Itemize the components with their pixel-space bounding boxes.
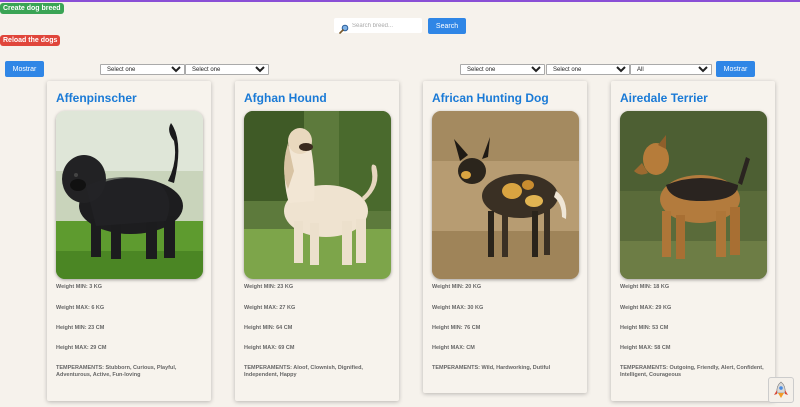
- dog-image: [432, 111, 579, 279]
- weight-max: Weight MAX: 30 KG: [432, 305, 484, 311]
- temperaments: TEMPERAMENTS: Aloof, Clownish, Dignified…: [244, 365, 363, 379]
- mostrar-right-button[interactable]: Mostrar: [716, 61, 755, 77]
- search-button[interactable]: Search: [428, 18, 466, 34]
- height-max: Height MAX: 69 CM: [244, 345, 295, 351]
- dog-name[interactable]: Afghan Hound: [244, 91, 327, 105]
- dog-image: [620, 111, 767, 279]
- rocket-icon[interactable]: [768, 377, 794, 403]
- dog-card-african-hunting-dog[interactable]: African Hunting Dog Weight MIN: 20 KG We…: [423, 81, 587, 393]
- dog-image: [56, 111, 203, 279]
- temperaments: TEMPERAMENTS: Outgoing, Friendly, Alert,…: [620, 365, 764, 379]
- dog-card-affenpinscher[interactable]: Affenpinscher Weight MIN: 3 KG Weight MA…: [47, 81, 211, 401]
- temperaments: TEMPERAMENTS: Stubborn, Curious, Playful…: [56, 365, 177, 379]
- weight-max: Weight MAX: 6 KG: [56, 305, 105, 311]
- height-max: Height MAX: 58 CM: [620, 345, 671, 351]
- temperaments: TEMPERAMENTS: Wild, Hardworking, Dutiful: [432, 365, 551, 371]
- filter-select-1[interactable]: Select one: [100, 64, 185, 75]
- search-box: [334, 18, 422, 34]
- filter-select-4[interactable]: Select one: [546, 64, 630, 75]
- weight-min: Weight MIN: 23 KG: [244, 284, 294, 290]
- filter-select-2[interactable]: Select one: [185, 64, 269, 75]
- height-min: Height MIN: 53 CM: [620, 325, 669, 331]
- weight-min: Weight MIN: 3 KG: [56, 284, 103, 290]
- height-max: Height MAX: CM: [432, 345, 475, 351]
- height-min: Height MIN: 23 CM: [56, 325, 105, 331]
- dog-name[interactable]: Affenpinscher: [56, 91, 137, 105]
- search-icon: [339, 21, 349, 34]
- dog-card-afghan-hound[interactable]: Afghan Hound Weight MIN: 23 KG Weight MA…: [235, 81, 399, 401]
- search-input[interactable]: [352, 22, 422, 29]
- weight-min: Weight MIN: 18 KG: [620, 284, 670, 290]
- reload-dogs-button[interactable]: Reload the dogs: [0, 35, 61, 46]
- height-max: Height MAX: 29 CM: [56, 345, 107, 351]
- create-dog-breed-button[interactable]: Create dog breed: [0, 3, 64, 14]
- dog-name[interactable]: Airedale Terrier: [620, 91, 708, 105]
- height-min: Height MIN: 76 CM: [432, 325, 481, 331]
- filter-select-3[interactable]: Select one: [460, 64, 545, 75]
- weight-max: Weight MAX: 29 KG: [620, 305, 672, 311]
- filter-select-5[interactable]: All: [630, 64, 712, 75]
- mostrar-left-button[interactable]: Mostrar: [5, 61, 44, 77]
- weight-min: Weight MIN: 20 KG: [432, 284, 482, 290]
- dog-card-airedale-terrier[interactable]: Airedale Terrier Weight MIN: 18 KG Weigh…: [611, 81, 775, 401]
- dog-name[interactable]: African Hunting Dog: [432, 91, 549, 105]
- height-min: Height MIN: 64 CM: [244, 325, 293, 331]
- dog-image: [244, 111, 391, 279]
- weight-max: Weight MAX: 27 KG: [244, 305, 296, 311]
